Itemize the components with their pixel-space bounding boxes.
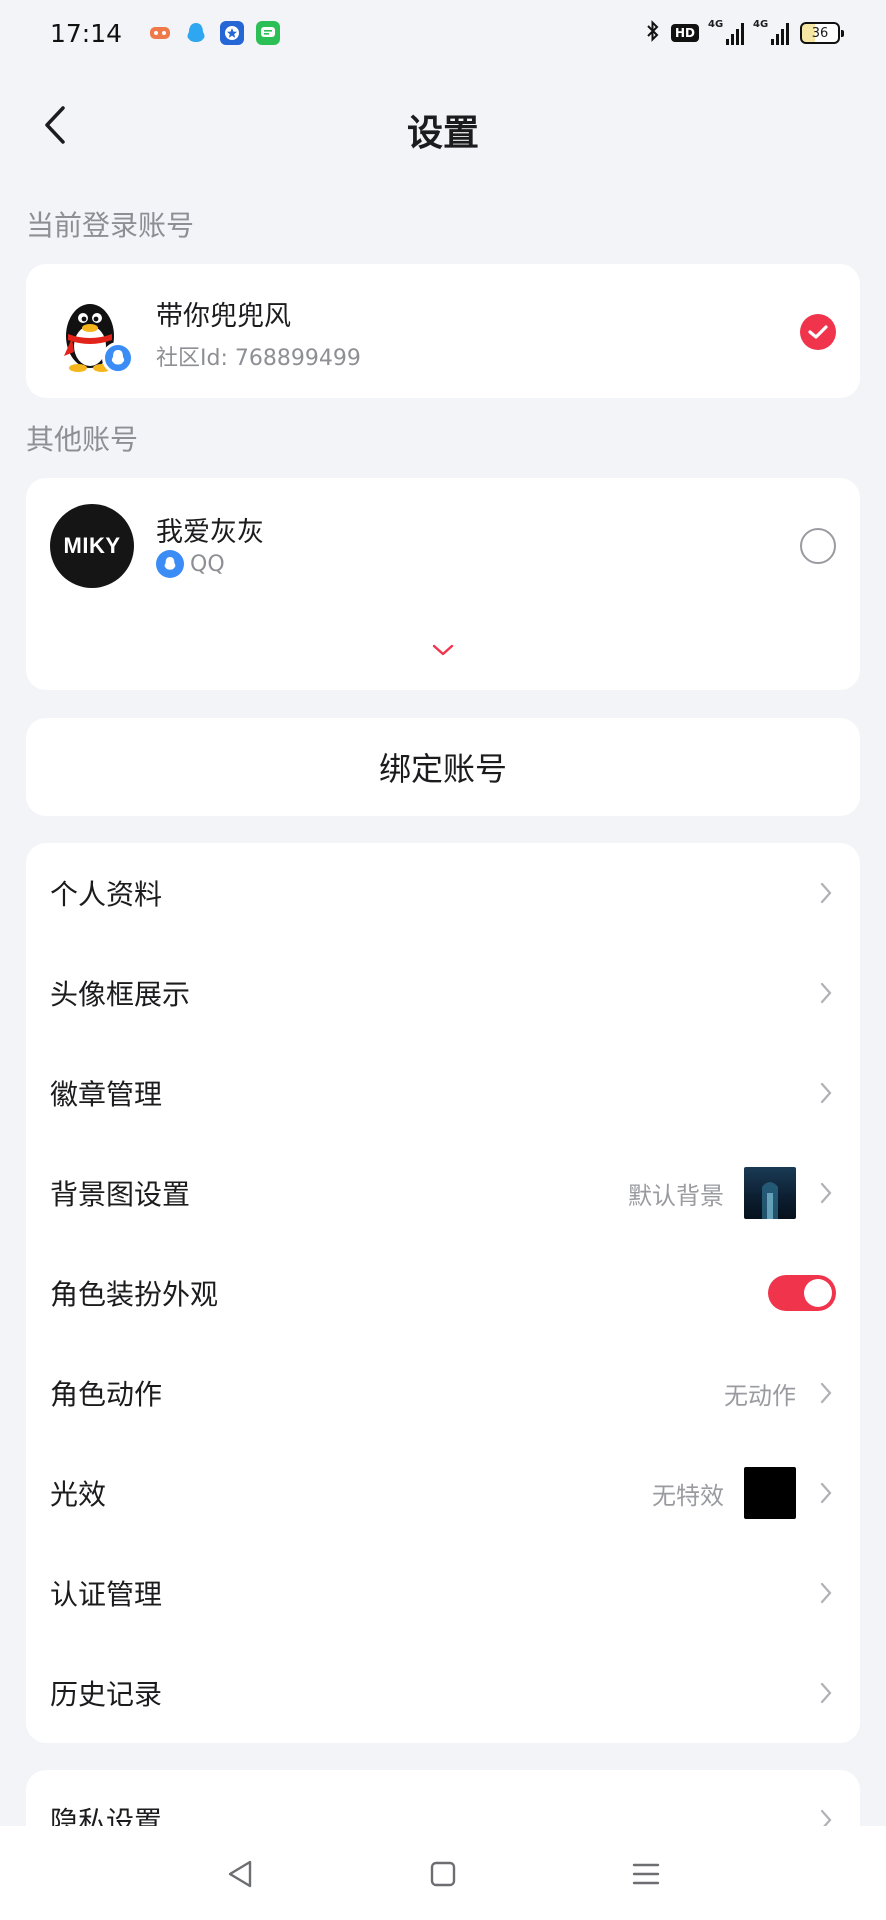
page-title: 设置: [406, 113, 479, 154]
qq-app-icon: [184, 21, 208, 45]
current-account-id: 社区Id: 768899499: [156, 346, 361, 371]
menu-label: 背景图设置: [50, 1178, 191, 1211]
nav-menu-button[interactable]: [628, 1856, 664, 1892]
menu-label: 历史记录: [50, 1678, 163, 1711]
battery-icon: 36: [800, 22, 844, 44]
current-account-card: 带你兜兜风 社区Id: 768899499: [26, 264, 860, 398]
menu-value: 无特效: [652, 1481, 724, 1510]
current-account-label: 当前登录账号: [26, 209, 195, 242]
square-home-icon: [430, 1861, 456, 1887]
bluetooth-icon: [646, 20, 660, 46]
game-app-icon: [148, 21, 172, 45]
other-account-name: 我爱灰灰: [156, 517, 264, 548]
platform-label: QQ: [190, 551, 225, 577]
selected-check-icon[interactable]: [800, 314, 836, 350]
other-accounts-card: MIKY 我爱灰灰 QQ: [26, 478, 860, 690]
signal-icon: 4G: [708, 19, 744, 45]
status-time: 17:14: [50, 18, 123, 48]
menu-label: 光效: [50, 1478, 107, 1511]
current-account-name: 带你兜兜风: [156, 301, 291, 332]
menu-item-verification[interactable]: 认证管理: [26, 1543, 860, 1643]
status-bar: 17:14 HD 4G 4G 36: [0, 0, 886, 66]
settings-menu: 个人资料 头像框展示 徽章管理 背景图设置 默认背景 角色装扮外观 角色动作 无…: [26, 843, 860, 1743]
triangle-back-icon: [228, 1860, 252, 1888]
avatar: [50, 290, 134, 374]
chevron-right-icon: [816, 1481, 836, 1505]
menu-item-light-effect[interactable]: 光效 无特效: [26, 1443, 860, 1543]
chevron-right-icon: [816, 1181, 836, 1205]
message-app-icon: [256, 21, 281, 45]
notification-icons: [148, 21, 281, 45]
signal-label: 4G: [708, 19, 724, 30]
chevron-right-icon: [816, 1681, 836, 1705]
signal-label-2: 4G: [753, 19, 769, 30]
qq-icon: [156, 550, 184, 578]
menu-value: 默认背景: [628, 1181, 724, 1210]
other-accounts-label: 其他账号: [26, 423, 139, 456]
other-account-platform: QQ: [156, 550, 225, 578]
current-account-row[interactable]: 带你兜兜风 社区Id: 768899499: [26, 266, 860, 396]
menu-value: 无动作: [724, 1381, 796, 1410]
menu-item-profile[interactable]: 个人资料: [26, 843, 860, 943]
menu-item-history[interactable]: 历史记录: [26, 1643, 860, 1743]
menu-label: 徽章管理: [50, 1078, 163, 1111]
light-effect-thumbnail: [744, 1467, 796, 1519]
hd-badge: HD: [670, 24, 699, 42]
chevron-right-icon: [816, 981, 836, 1005]
unselected-radio-icon[interactable]: [800, 528, 836, 564]
avatar: MIKY: [50, 504, 134, 588]
menu-item-badges[interactable]: 徽章管理: [26, 1043, 860, 1143]
background-thumbnail: [744, 1167, 796, 1219]
menu-item-role-action[interactable]: 角色动作 无动作: [26, 1343, 860, 1443]
system-nav-bar: [0, 1826, 886, 1920]
signal-icon-2: 4G: [753, 19, 789, 45]
nav-home-button[interactable]: [425, 1856, 461, 1892]
expand-chevron-icon[interactable]: [431, 638, 455, 662]
chevron-right-icon: [816, 1381, 836, 1405]
nav-back-button[interactable]: [222, 1856, 258, 1892]
menu-label: 头像框展示: [50, 978, 191, 1011]
header: 设置: [0, 80, 886, 170]
status-indicators: HD 4G 4G 36: [646, 19, 844, 46]
chevron-right-icon: [816, 1081, 836, 1105]
miky-avatar-logo: MIKY: [63, 533, 121, 558]
menu-item-role-outfit: 角色装扮外观: [26, 1243, 860, 1343]
chevron-right-icon: [816, 1581, 836, 1605]
menu-item-avatar-frame[interactable]: 头像框展示: [26, 943, 860, 1043]
other-account-row[interactable]: MIKY 我爱灰灰 QQ: [26, 480, 860, 610]
qq-badge-icon: [102, 342, 134, 374]
menu-label: 角色动作: [50, 1378, 163, 1411]
star-app-icon: [220, 21, 245, 45]
role-outfit-toggle[interactable]: [768, 1275, 836, 1311]
chevron-right-icon: [816, 881, 836, 905]
menu-label: 个人资料: [50, 878, 163, 911]
menu-label: 角色装扮外观: [50, 1278, 219, 1311]
menu-lines-icon: [632, 1863, 660, 1885]
bind-account-button[interactable]: 绑定账号: [26, 718, 860, 816]
menu-item-background[interactable]: 背景图设置 默认背景: [26, 1143, 860, 1243]
menu-label: 认证管理: [50, 1578, 163, 1611]
